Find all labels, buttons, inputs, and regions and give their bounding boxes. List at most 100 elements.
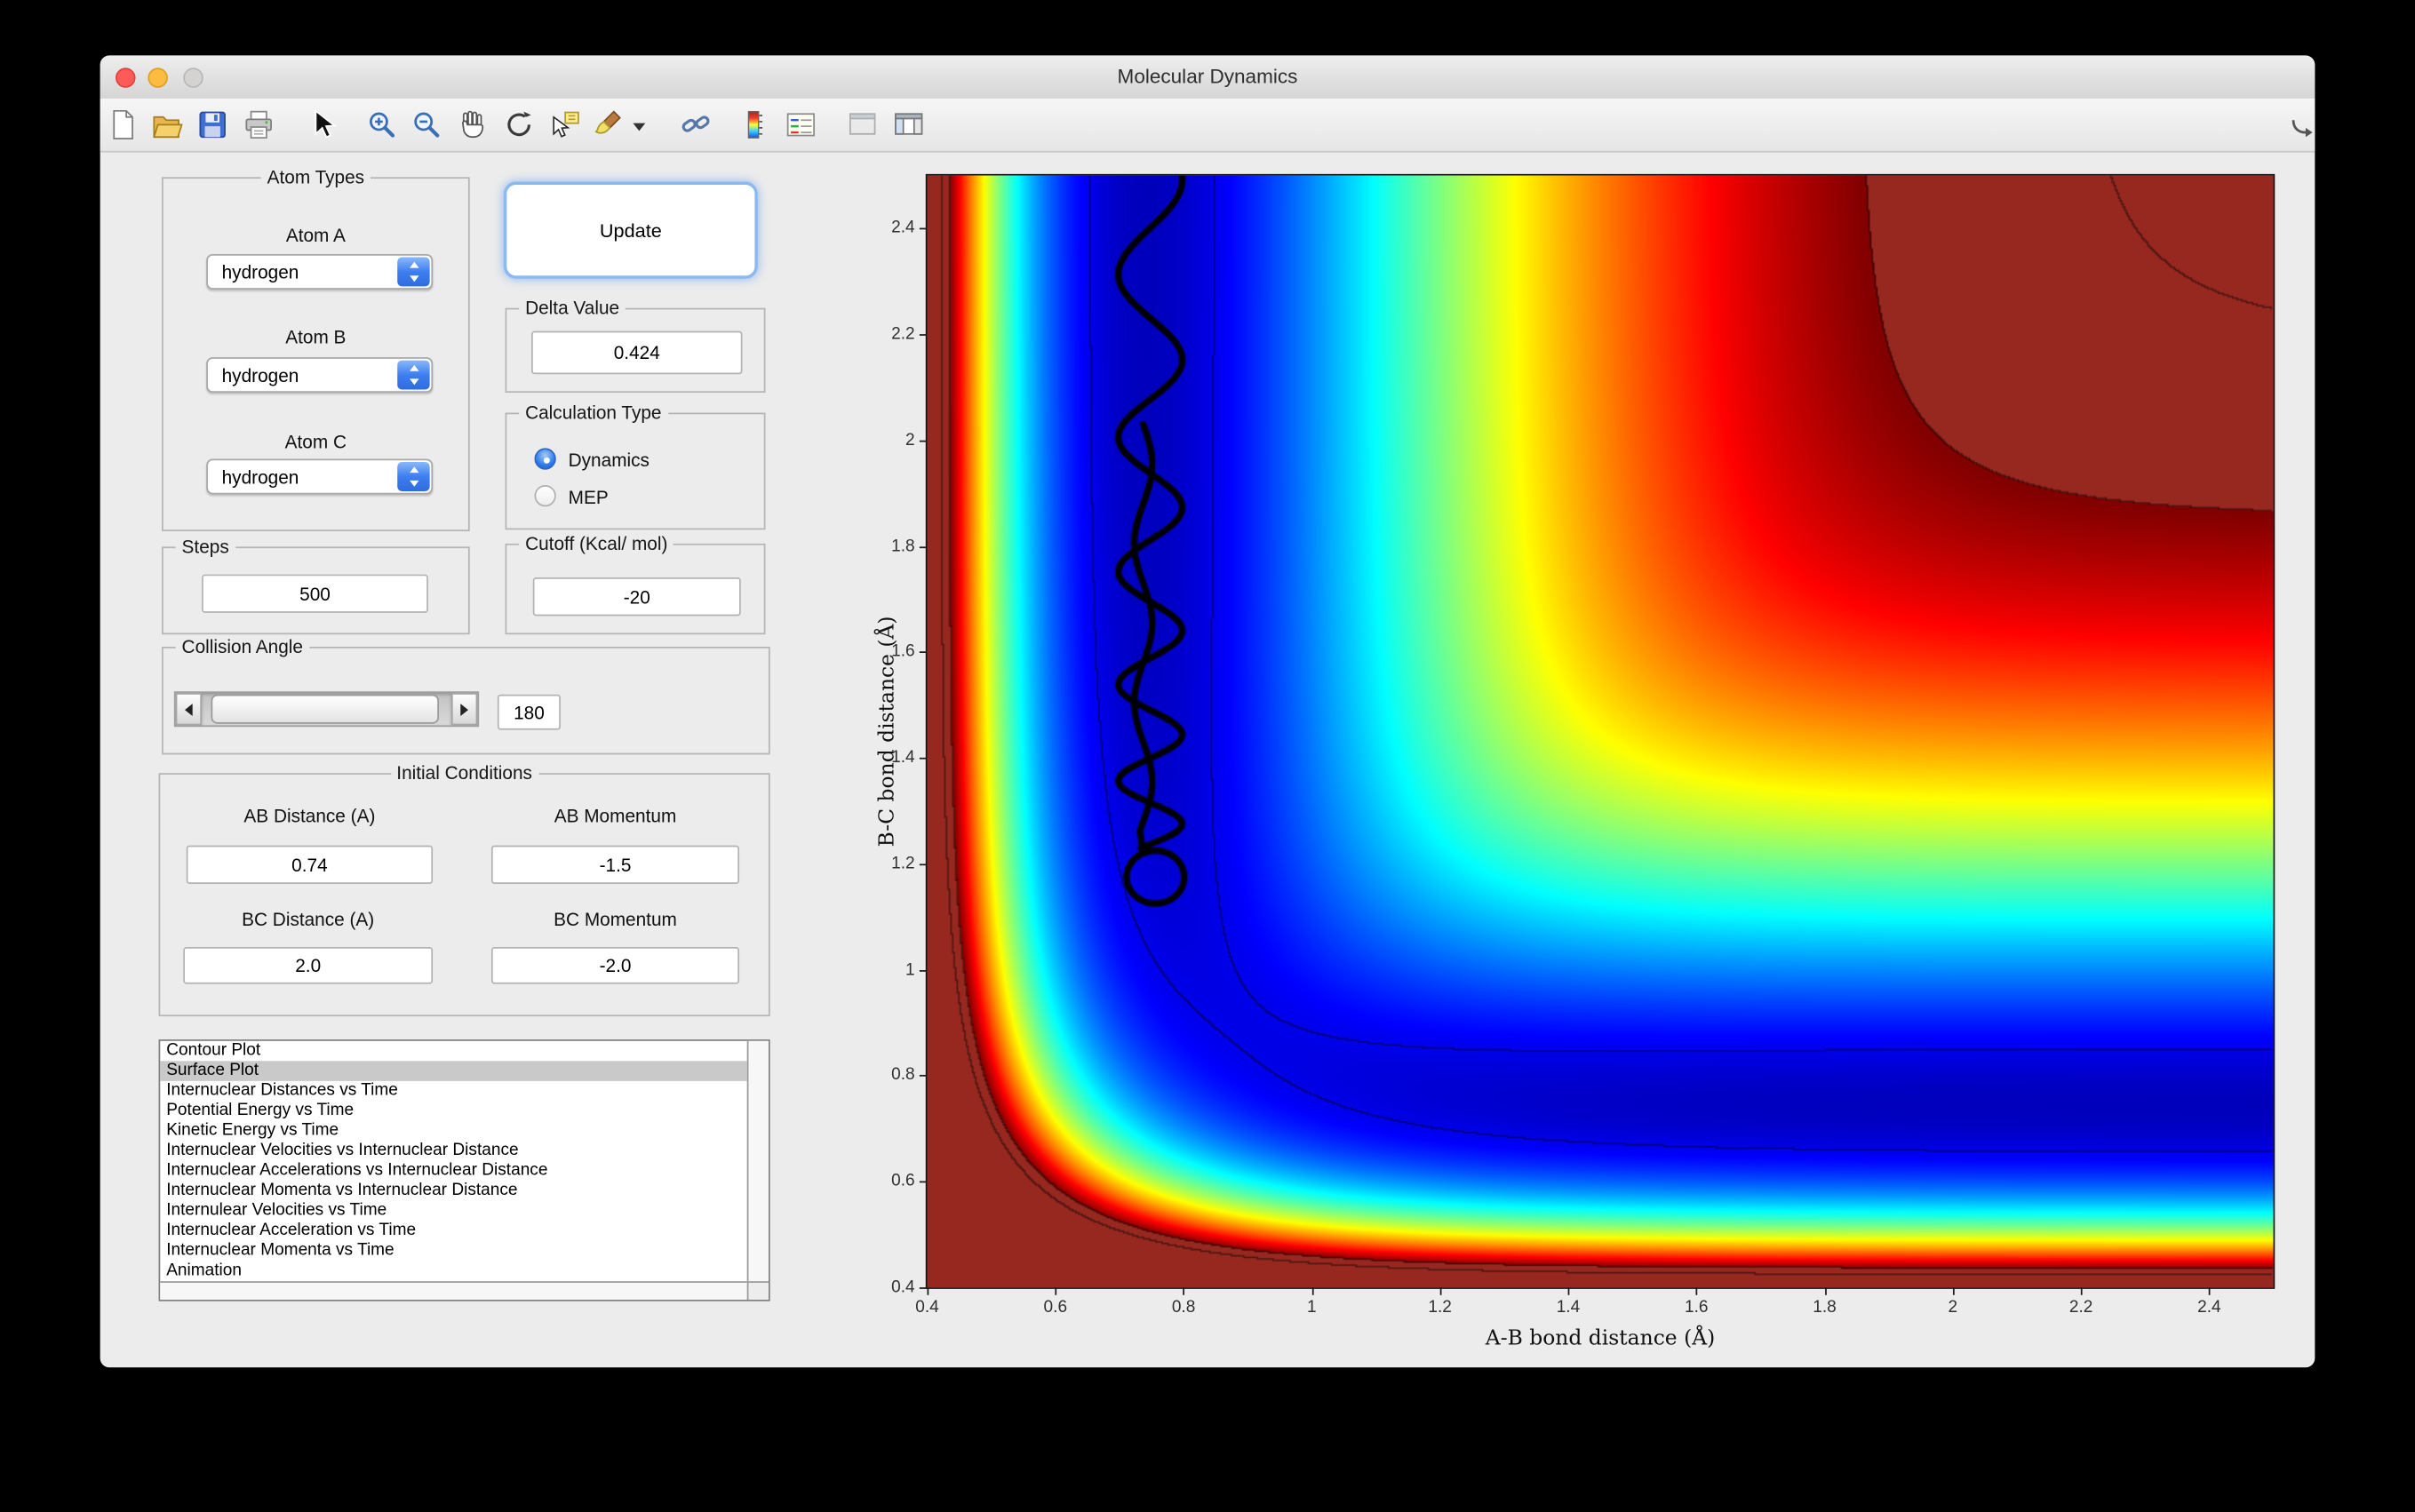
x-tick-label: 0.6 — [1044, 1298, 1068, 1317]
list-item[interactable]: Animation — [160, 1261, 746, 1282]
y-tick-mark — [920, 334, 928, 336]
x-tick-mark — [2081, 1287, 2083, 1295]
new-figure-icon[interactable] — [107, 107, 140, 141]
y-tick-label: 1.4 — [891, 749, 915, 768]
plot-type-listbox: Contour PlotSurface PlotInternuclear Dis… — [159, 1039, 770, 1301]
collision-angle-panel: Collision Angle 180 — [162, 647, 770, 754]
rotate-3d-icon[interactable] — [502, 107, 536, 141]
bc-distance-label: BC Distance (A) — [183, 909, 433, 930]
y-tick-mark — [920, 863, 928, 865]
zoom-in-icon[interactable] — [365, 107, 399, 141]
slider-track[interactable] — [202, 693, 451, 725]
pan-icon[interactable] — [456, 107, 490, 141]
bc-momentum-field[interactable]: -2.0 — [491, 947, 739, 984]
y-tick-mark — [920, 1287, 928, 1289]
title-bar: Molecular Dynamics — [100, 55, 2315, 99]
y-tick-label: 2 — [905, 431, 915, 450]
delta-value-field[interactable]: 0.424 — [531, 331, 742, 375]
steps-field[interactable]: 500 — [202, 575, 428, 613]
collision-angle-field[interactable]: 180 — [498, 695, 561, 730]
atom-a-dropdown[interactable]: hydrogen — [206, 254, 433, 290]
zoom-out-icon[interactable] — [410, 107, 443, 141]
insert-colorbar-icon[interactable] — [737, 107, 771, 141]
list-item[interactable]: Internuclear Distances vs Time — [160, 1081, 746, 1102]
list-item[interactable]: Potential Energy vs Time — [160, 1101, 746, 1121]
collision-angle-title: Collision Angle — [176, 636, 309, 659]
dock-figure-icon[interactable] — [2285, 107, 2315, 141]
atom-a-value: hydrogen — [222, 256, 299, 288]
list-item[interactable]: Contour Plot — [160, 1041, 746, 1062]
atom-c-dropdown[interactable]: hydrogen — [206, 459, 433, 495]
y-tick-label: 0.4 — [891, 1278, 915, 1297]
x-tick-mark — [928, 1287, 929, 1295]
slider-right-arrow[interactable] — [451, 693, 477, 725]
list-item[interactable]: Internulear Velocities vs Time — [160, 1201, 746, 1222]
y-tick-label: 1.2 — [891, 855, 915, 873]
bc-distance-field[interactable]: 2.0 — [183, 947, 433, 984]
atom-c-label: Atom C — [163, 431, 468, 452]
list-item[interactable]: Internuclear Momenta vs Internuclear Dis… — [160, 1182, 746, 1202]
list-item[interactable]: Internuclear Acceleration vs Time — [160, 1222, 746, 1242]
brush-icon[interactable] — [592, 107, 626, 141]
show-plot-tools-icon[interactable] — [892, 107, 926, 141]
y-tick-mark — [920, 970, 928, 972]
atom-b-value: hydrogen — [222, 359, 299, 391]
plot-area: A-B bond distance (Å) B-C bond distance … — [926, 174, 2275, 1289]
listbox-horizontal-scrollbar[interactable] — [160, 1281, 746, 1300]
hide-plot-tools-icon[interactable] — [846, 107, 880, 141]
insert-legend-icon[interactable] — [784, 107, 817, 141]
mep-radio[interactable] — [534, 485, 555, 506]
window-title: Molecular Dynamics — [100, 55, 2315, 99]
slider-left-arrow[interactable] — [176, 693, 202, 725]
list-item[interactable]: Kinetic Energy vs Time — [160, 1121, 746, 1142]
x-tick-label: 2.2 — [2069, 1298, 2093, 1317]
x-tick-mark — [1953, 1287, 1955, 1295]
list-item[interactable]: Surface Plot — [160, 1061, 746, 1081]
x-axis-label: A-B bond distance (Å) — [1486, 1325, 1715, 1350]
ab-distance-label: AB Distance (A) — [187, 806, 433, 827]
save-figure-icon[interactable] — [195, 107, 229, 141]
y-tick-mark — [920, 758, 928, 760]
collision-angle-slider[interactable] — [174, 691, 479, 727]
data-cursor-icon[interactable] — [548, 107, 582, 141]
pes-canvas[interactable] — [928, 176, 2274, 1288]
y-tick-label: 0.6 — [891, 1173, 915, 1191]
link-plot-icon[interactable] — [679, 107, 713, 141]
ab-momentum-label: AB Momentum — [491, 806, 739, 827]
dropdown-stepper-icon[interactable] — [397, 361, 429, 390]
print-figure-icon[interactable] — [242, 107, 275, 141]
ab-distance-field[interactable]: 0.74 — [187, 846, 433, 884]
update-button[interactable]: Update — [504, 182, 758, 279]
x-tick-mark — [1440, 1287, 1442, 1295]
y-tick-mark — [920, 1182, 928, 1183]
y-tick-label: 1 — [905, 960, 915, 979]
x-tick-label: 1.6 — [1685, 1298, 1709, 1317]
calculation-type-title: Calculation Type — [519, 402, 667, 425]
atom-b-dropdown[interactable]: hydrogen — [206, 357, 433, 393]
edit-plot-icon[interactable] — [307, 107, 340, 141]
plot-type-list: Contour PlotSurface PlotInternuclear Dis… — [160, 1041, 746, 1281]
y-tick-mark — [920, 441, 928, 442]
brush-dropdown-caret[interactable] — [633, 123, 645, 131]
dynamics-radio[interactable] — [534, 448, 555, 469]
x-tick-mark — [1311, 1287, 1313, 1295]
cutoff-field[interactable]: -20 — [533, 577, 741, 616]
dropdown-stepper-icon[interactable] — [397, 257, 429, 286]
x-tick-mark — [2209, 1287, 2211, 1295]
listbox-vertical-scrollbar[interactable] — [747, 1041, 769, 1281]
x-tick-mark — [1184, 1287, 1185, 1295]
y-tick-mark — [920, 228, 928, 230]
list-item[interactable]: Internuclear Velocities vs Internuclear … — [160, 1141, 746, 1161]
x-tick-mark — [1696, 1287, 1698, 1295]
delta-value-title: Delta Value — [519, 298, 626, 321]
open-file-icon[interactable] — [149, 107, 183, 141]
list-item[interactable]: Internuclear Momenta vs Time — [160, 1241, 746, 1261]
x-tick-mark — [1825, 1287, 1827, 1295]
slider-thumb[interactable] — [211, 695, 439, 724]
y-tick-mark — [920, 652, 928, 654]
x-tick-mark — [1056, 1287, 1057, 1295]
cutoff-title: Cutoff (Kcal/ mol) — [519, 533, 673, 556]
dropdown-stepper-icon[interactable] — [397, 462, 429, 491]
ab-momentum-field[interactable]: -1.5 — [491, 846, 739, 884]
list-item[interactable]: Internuclear Accelerations vs Internucle… — [160, 1161, 746, 1182]
